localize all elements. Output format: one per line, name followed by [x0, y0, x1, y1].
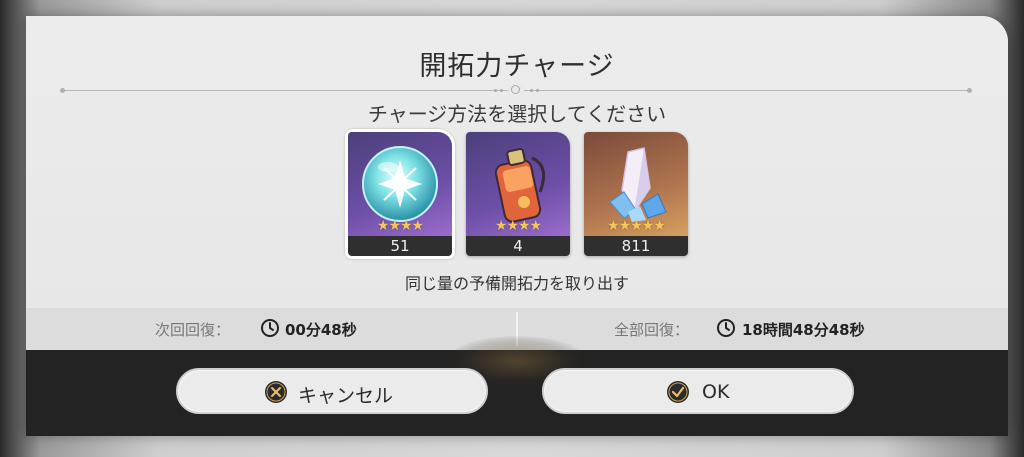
next-recovery: 次回回復： 00分48秒 [26, 308, 516, 350]
cancel-button[interactable]: キャンセル [176, 368, 488, 414]
item-count: 51 [348, 236, 452, 256]
clock-icon [261, 319, 279, 337]
full-recovery-label: 全部回復： [614, 321, 690, 339]
item-card-orb[interactable]: ★★★★ 51 [345, 129, 455, 259]
dialog-body: 開拓力チャージ チャージ方法を選択してください ★★★★ 51 ★★★★ 4 ★… [26, 16, 1008, 308]
dialog-footer: キャンセル OK [26, 336, 1008, 436]
next-recovery-time: 00分48秒 [285, 321, 357, 339]
dialog-subtitle: チャージ方法を選択してください [367, 102, 667, 126]
charge-description: 同じ量の予備開拓力を取り出す [404, 274, 629, 293]
ok-label: OK [702, 381, 730, 403]
rarity-stars: ★★★★ [376, 218, 424, 234]
dialog-title: 開拓力チャージ [419, 51, 615, 82]
full-recovery-time: 18時間48分48秒 [742, 321, 865, 339]
rarity-stars: ★★★★★ [607, 218, 666, 234]
close-circle-icon [265, 381, 287, 403]
item-count: 811 [584, 236, 688, 256]
title-divider [60, 84, 972, 95]
item-card-bottle[interactable]: ★★★★ 4 [466, 132, 570, 256]
clock-icon [717, 319, 735, 337]
cancel-label: キャンセル [298, 385, 394, 407]
ok-button[interactable]: OK [542, 368, 854, 414]
charge-dialog: 開拓力チャージ チャージ方法を選択してください ★★★★ 51 ★★★★ 4 ★… [26, 16, 1008, 436]
rarity-stars: ★★★★ [494, 218, 542, 234]
check-circle-icon [667, 381, 689, 403]
item-count: 4 [466, 236, 570, 256]
next-recovery-label: 次回回復： [155, 321, 231, 339]
full-recovery: 全部回復： 18時間48分48秒 [518, 308, 1008, 350]
item-card-crystal[interactable]: ★★★★★ 811 [584, 132, 688, 256]
